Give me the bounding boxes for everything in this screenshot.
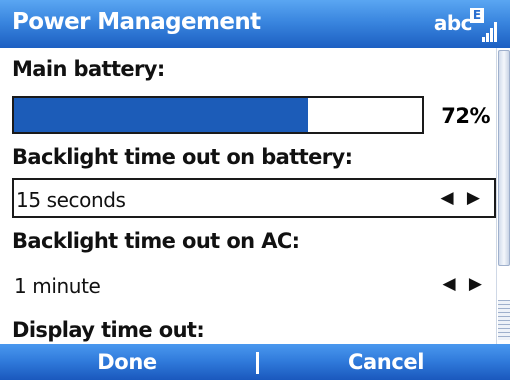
title-bar: Power Management abc E (0, 0, 510, 48)
backlight-battery-value: 15 seconds (16, 188, 126, 212)
backlight-ac-label: Backlight time out on AC: (12, 229, 300, 253)
left-right-arrows-icon[interactable]: ◀ ▶ (442, 274, 486, 294)
cancel-button[interactable]: Cancel (262, 344, 510, 380)
vertical-scrollbar[interactable] (496, 48, 510, 344)
softkey-divider (256, 352, 259, 374)
left-right-arrows-icon[interactable]: ◀ ▶ (440, 188, 484, 208)
signal-strength-icon (482, 20, 498, 42)
backlight-battery-label: Backlight time out on battery: (12, 145, 353, 169)
input-mode-text: abc (433, 11, 473, 35)
input-mode-indicator[interactable]: abc E (412, 6, 502, 42)
main-battery-label: Main battery: (12, 57, 165, 81)
battery-percent: 72% (441, 104, 490, 128)
softkey-bar: Done Cancel (0, 344, 510, 380)
scrollbar-grip[interactable] (498, 300, 510, 340)
battery-level-fill (14, 98, 308, 132)
backlight-battery-picker[interactable]: 15 seconds ◀ ▶ (12, 178, 496, 218)
settings-content: Main battery: 72% Backlight time out on … (0, 48, 496, 344)
page-title: Power Management (12, 9, 261, 35)
backlight-ac-picker[interactable]: 1 minute ◀ ▶ (12, 266, 496, 306)
battery-level-bar (12, 96, 424, 134)
display-timeout-label: Display time out: (12, 318, 205, 342)
scrollbar-thumb[interactable] (498, 50, 510, 266)
backlight-ac-value: 1 minute (14, 274, 101, 298)
done-button[interactable]: Done (0, 344, 254, 380)
